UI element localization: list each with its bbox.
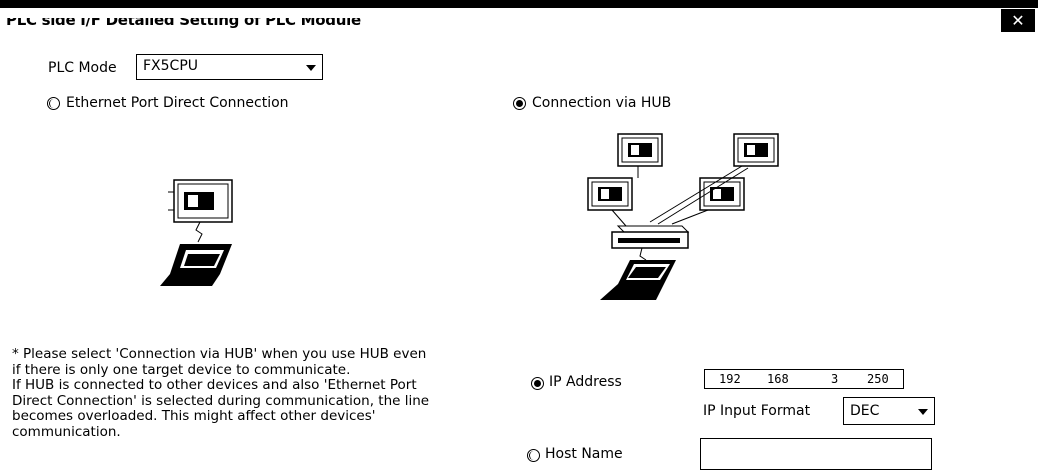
- close-button[interactable]: ✕: [1001, 9, 1035, 32]
- ip-input-format-value: DEC: [850, 403, 880, 419]
- ip-octet-3: 3: [831, 372, 839, 386]
- laptop-icon: [600, 260, 676, 300]
- ip-octet-2: 168: [767, 372, 789, 386]
- ip-address-input[interactable]: 192 168 3 250: [704, 369, 904, 389]
- host-name-radio[interactable]: [527, 449, 540, 462]
- direct-connection-diagram: [160, 179, 233, 286]
- plc-module-icon: [587, 177, 633, 211]
- plc-module-icon: [168, 179, 233, 223]
- note-line: * Please select 'Connection via HUB' whe…: [12, 346, 427, 362]
- chevron-down-icon: [306, 65, 316, 71]
- ip-octet-1: 192: [719, 372, 741, 386]
- note-line: Direct Connection' is selected during co…: [12, 392, 430, 409]
- ip-input-format-label: IP Input Format: [703, 403, 811, 419]
- title-bar: PLC side I/F Detailed Setting of PLC Mod…: [0, 0, 1038, 34]
- direct-connection-label[interactable]: Ethernet Port Direct Connection: [66, 95, 289, 111]
- hub-icon: [611, 225, 690, 249]
- note-line: If HUB is connected to other devices and…: [12, 377, 417, 393]
- window-title: PLC side I/F Detailed Setting of PLC Mod…: [6, 11, 361, 29]
- title-bar-band: [0, 0, 1038, 8]
- plc-module-icon: [617, 133, 663, 167]
- plc-mode-label: PLC Mode: [48, 60, 117, 76]
- note-line: if there is only one target device to co…: [12, 361, 351, 378]
- ip-address-label[interactable]: IP Address: [549, 374, 622, 390]
- hub-connection-diagram: [587, 133, 779, 300]
- host-name-input[interactable]: [700, 438, 932, 470]
- hub-connection-label[interactable]: Connection via HUB: [532, 95, 671, 111]
- hub-connection-radio[interactable]: [513, 97, 526, 110]
- chevron-down-icon: [918, 409, 928, 415]
- direct-connection-radio[interactable]: [47, 97, 60, 110]
- plc-mode-dropdown[interactable]: FX5CPU: [136, 54, 323, 80]
- plc-module-icon: [733, 133, 779, 167]
- note-line: communication.: [12, 423, 121, 440]
- ip-address-radio[interactable]: [531, 377, 544, 390]
- ip-input-format-dropdown[interactable]: DEC: [843, 397, 935, 425]
- plc-mode-value: FX5CPU: [143, 58, 199, 74]
- host-name-label[interactable]: Host Name: [545, 446, 623, 462]
- ip-octet-4: 250: [867, 372, 889, 386]
- note-line: becomes overloaded. This might affect ot…: [12, 408, 376, 424]
- laptop-icon: [160, 244, 232, 286]
- hub-usage-note: * Please select 'Connection via HUB' whe…: [12, 346, 482, 440]
